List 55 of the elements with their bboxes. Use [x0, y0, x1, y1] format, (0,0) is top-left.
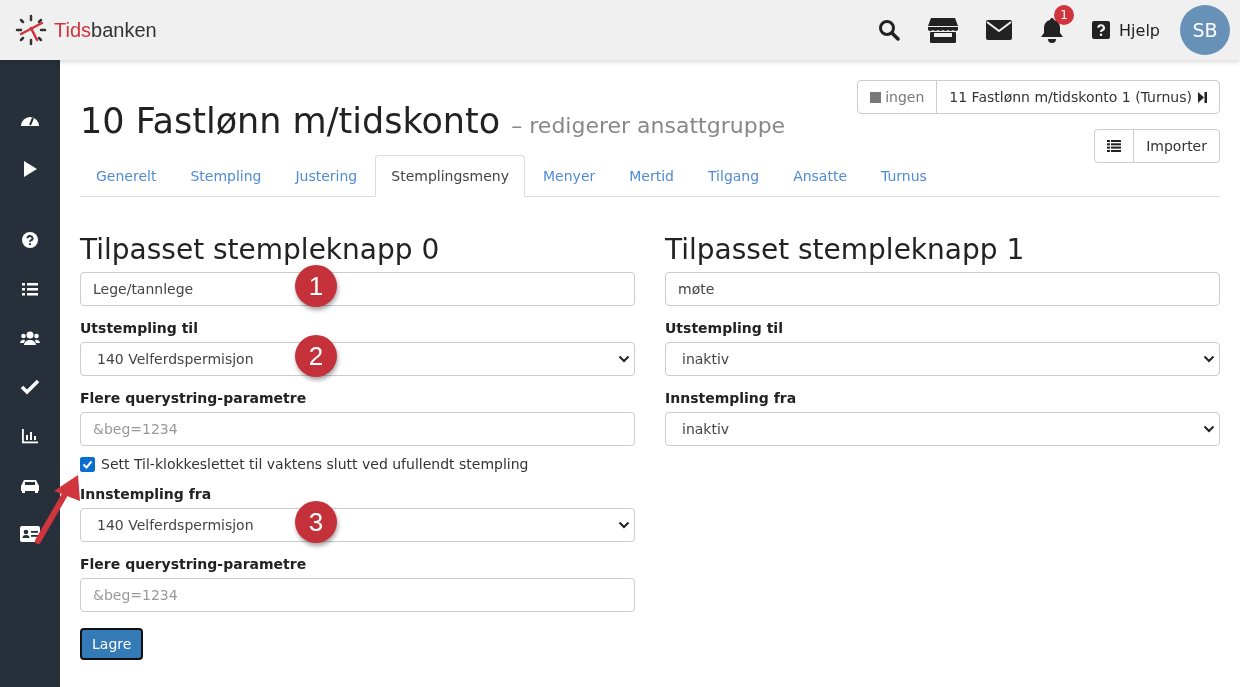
field-label: Utstempling til: [80, 320, 199, 336]
tab[interactable]: Justering: [279, 155, 374, 197]
bar-chart-icon[interactable]: [20, 427, 40, 445]
id-card-icon[interactable]: [20, 525, 40, 543]
tab[interactable]: Mertid: [613, 155, 690, 197]
chevron-down-icon: [1203, 425, 1215, 433]
page-title: 10 Fastlønn m/tidskonto: [80, 101, 501, 141]
dropdown[interactable]: inaktiv: [665, 412, 1220, 446]
skip-forward-icon: [1198, 91, 1207, 103]
section-heading: Tilpasset stempleknapp 1: [665, 233, 1026, 266]
tab[interactable]: Stempling: [174, 155, 278, 197]
previous-group-button[interactable]: ingen: [857, 80, 938, 114]
checkmark-icon[interactable]: [20, 378, 40, 396]
notification-badge: 1: [1054, 5, 1075, 25]
search-icon[interactable]: [878, 19, 901, 41]
annotation-badge: 2: [295, 335, 337, 377]
chevron-down-icon: [618, 521, 630, 529]
help-link[interactable]: Hjelp: [1119, 20, 1160, 40]
text-input[interactable]: møte: [665, 272, 1220, 306]
section-heading: Tilpasset stempleknapp 0: [80, 233, 441, 266]
users-icon[interactable]: [20, 329, 40, 347]
tab[interactable]: Turnus: [865, 155, 943, 197]
tab[interactable]: Generelt: [80, 155, 173, 197]
list-icon: [1107, 140, 1122, 152]
list-icon[interactable]: [20, 280, 40, 298]
brand-name[interactable]: Tidsbanken: [54, 18, 157, 42]
help-icon[interactable]: [1092, 21, 1111, 39]
chevron-down-icon: [1203, 355, 1215, 363]
field-label: Flere querystring-parametre: [80, 556, 308, 572]
field-label: Innstempling fra: [80, 486, 213, 502]
annotation-badge: 1: [295, 265, 337, 307]
dropdown[interactable]: inaktiv: [665, 342, 1220, 376]
save-button[interactable]: Lagre: [80, 628, 144, 660]
tab[interactable]: Tilgang: [692, 155, 776, 197]
import-button[interactable]: Importer: [1133, 129, 1220, 163]
tab[interactable]: Ansatte: [777, 155, 864, 197]
text-input[interactable]: &beg=1234: [80, 412, 635, 446]
tab[interactable]: Menyer: [527, 155, 612, 197]
field-label: Flere querystring-parametre: [80, 390, 308, 406]
list-view-button[interactable]: [1094, 129, 1135, 163]
annotation-badge: 3: [295, 501, 337, 543]
help-icon[interactable]: [20, 231, 40, 249]
checkbox-label: Sett Til-klokkeslettet til vaktens slutt ved ufullendt stempling: [101, 456, 529, 472]
mail-icon[interactable]: [986, 20, 1013, 40]
field-label: Utstempling til: [665, 320, 784, 336]
text-input[interactable]: &beg=1234: [80, 578, 635, 612]
page-subtitle: – redigerer ansattgruppe: [511, 113, 786, 138]
bell-icon[interactable]: [1040, 17, 1065, 43]
next-group-button[interactable]: 11 Fastlønn m/tidskonto 1 (Turnus): [936, 80, 1220, 114]
clock-logo-icon: [15, 14, 47, 46]
store-icon[interactable]: [928, 17, 959, 43]
field-label: Innstempling fra: [665, 390, 798, 406]
checkbox[interactable]: [80, 456, 95, 472]
tab[interactable]: Stemplingsmeny: [375, 155, 526, 197]
chevron-down-icon: [618, 355, 630, 363]
